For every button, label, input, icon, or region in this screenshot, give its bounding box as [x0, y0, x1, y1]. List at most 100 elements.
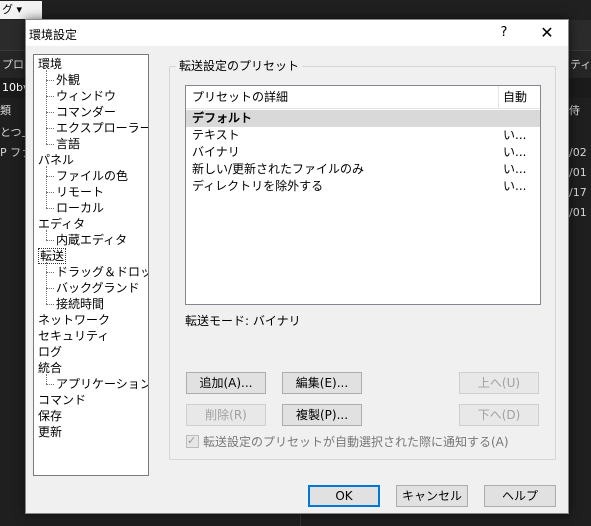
tree-item-label: 統合: [38, 361, 63, 375]
tree-connector: [46, 262, 47, 304]
duplicate-preset-button[interactable]: 複製(P)...: [282, 404, 362, 426]
tree-item-label: パネル: [38, 153, 75, 167]
tree-item-label: ネットワーク: [38, 313, 111, 327]
tree-connector: [46, 128, 54, 129]
settings-tree[interactable]: 環境外観ウィンドウコマンダーエクスプローラー 言語パネルファイルの色 リモートローカ…: [33, 54, 149, 476]
tree-item-label: コマンダー: [56, 105, 117, 119]
tree-item[interactable]: バックグランド: [56, 280, 140, 296]
presets-group-title: 転送設定のプリセット: [176, 59, 303, 73]
preset-row[interactable]: デフォルト: [186, 110, 540, 127]
tree-item[interactable]: 内蔵エディタ: [56, 232, 127, 248]
tree-item-label: 接続時間: [56, 297, 105, 311]
tree-connector: [46, 304, 54, 305]
tree-item-label: 外観: [56, 73, 81, 87]
background-right-pane: 侍 /02 1 /01 9 /17 1 /01 9: [569, 98, 591, 526]
tree-item-label: リモート: [56, 185, 105, 199]
move-up-button[interactable]: 上へ(U): [459, 372, 539, 394]
preset-auto: い...: [503, 128, 527, 142]
column-header-auto[interactable]: 自動: [503, 86, 527, 108]
presets-list-header: プリセットの詳細 自動: [186, 86, 540, 109]
tree-connector: [46, 176, 54, 177]
close-icon[interactable]: ✕: [534, 20, 560, 46]
presets-list[interactable]: プリセットの詳細 自動 デフォルト テキスト い... バイナリ い... 新しい/更新さ…: [185, 85, 541, 305]
tree-item[interactable]: ウィンドウ: [56, 88, 116, 104]
background-row[interactable]: /02 1: [569, 146, 591, 160]
tree-item-label: 内蔵エディタ: [56, 233, 128, 247]
column-separator[interactable]: [498, 86, 499, 108]
tree-item-label: コマンド: [38, 393, 87, 407]
preset-name: バイナリ: [192, 145, 240, 159]
tree-item[interactable]: コマンダー: [56, 104, 116, 120]
tree-connector: [46, 230, 47, 240]
tree-connector: [46, 208, 54, 209]
tree-item-label: ウィンドウ: [56, 89, 117, 103]
tree-connector: [46, 374, 47, 384]
tree-item[interactable]: パネル: [38, 152, 74, 168]
dialog-title: 環境設定: [29, 28, 78, 42]
edit-preset-button[interactable]: 編集(E)...: [282, 372, 362, 394]
tree-item[interactable]: アプリケーション: [56, 376, 148, 392]
tree-item[interactable]: リモート: [56, 184, 104, 200]
help-button[interactable]: ヘルプ: [484, 485, 556, 507]
tree-item[interactable]: 転送: [38, 248, 67, 264]
tree-item[interactable]: ファイルの色: [56, 168, 128, 184]
tree-item-label: ローカル: [56, 201, 105, 215]
delete-preset-button[interactable]: 削除(R): [186, 404, 266, 426]
tree-item[interactable]: 言語: [56, 136, 80, 152]
background-left-pane: 類 とつ上 P ファ: [0, 98, 33, 526]
tree-item-label: 更新: [38, 425, 63, 439]
tree-item-label: ドラッグ＆ドロップ: [56, 265, 148, 279]
preset-auto: い...: [503, 179, 527, 193]
background-menu-item[interactable]: グ ▾: [0, 1, 42, 19]
tree-item[interactable]: ネットワーク: [38, 312, 110, 328]
move-down-button[interactable]: 下へ(D): [459, 404, 539, 426]
tree-item[interactable]: 外観: [56, 72, 80, 88]
tree-connector: [46, 384, 54, 385]
notify-checkbox-label: 転送設定のプリセットが自動選択された際に通知する(A): [203, 435, 509, 449]
add-preset-button[interactable]: 追加(A)...: [186, 372, 266, 394]
tree-item[interactable]: ローカル: [56, 200, 104, 216]
tree-item[interactable]: コマンド: [38, 392, 86, 408]
tree-connector: [46, 166, 47, 208]
tree-item-label: 言語: [56, 137, 81, 151]
preset-row[interactable]: バイナリ い...: [186, 144, 540, 161]
help-icon[interactable]: ?: [494, 20, 514, 46]
tree-item-label: ログ: [38, 345, 63, 359]
background-toolbar-label-right[interactable]: ティ: [570, 58, 591, 72]
preset-row[interactable]: ディレクトリを除外する い...: [186, 178, 540, 195]
transfer-mode-text: 転送モード: バイナリ: [185, 314, 301, 328]
tree-item[interactable]: ログ: [38, 344, 62, 360]
tree-item[interactable]: 保存: [38, 408, 62, 424]
tree-item[interactable]: エクスプローラー: [56, 120, 149, 136]
cancel-button[interactable]: キャンセル: [396, 485, 468, 507]
tree-item[interactable]: 環境: [38, 56, 62, 72]
preset-row[interactable]: テキスト い...: [186, 127, 540, 144]
background-row[interactable]: /17 1: [569, 186, 591, 200]
tree-item-label: バックグランド: [56, 281, 140, 295]
tree-connector: [46, 288, 54, 289]
tree-item-label: 環境: [38, 57, 63, 71]
tree-item[interactable]: 統合: [38, 360, 62, 376]
notify-checkbox-row[interactable]: 転送設定のプリセットが自動選択された際に通知する(A): [186, 433, 509, 450]
tree-item[interactable]: セキュリティ: [38, 328, 109, 344]
preset-name: 新しい/更新されたファイルのみ: [192, 162, 365, 176]
column-header-details[interactable]: プリセットの詳細: [192, 86, 288, 108]
background-row[interactable]: /01 9: [569, 166, 591, 180]
tree-item-label: エクスプローラー: [56, 121, 149, 135]
tree-item[interactable]: 接続時間: [56, 296, 104, 312]
preset-name: デフォルト: [192, 111, 253, 125]
background-col-header[interactable]: 類: [0, 104, 11, 118]
tree-connector: [46, 80, 54, 81]
background-col-header[interactable]: 侍: [569, 104, 580, 118]
tree-connector: [46, 70, 47, 144]
background-row[interactable]: /01 9: [569, 206, 591, 220]
tree-item-label: ファイルの色: [56, 169, 129, 183]
preset-row[interactable]: 新しい/更新されたファイルのみ い...: [186, 161, 540, 178]
tree-item[interactable]: 更新: [38, 424, 62, 440]
tree-item[interactable]: ドラッグ＆ドロップ: [56, 264, 148, 280]
preset-name: ディレクトリを除外する: [192, 179, 324, 193]
notify-checkbox[interactable]: [186, 433, 199, 449]
tree-item-label: 保存: [38, 409, 63, 423]
ok-button[interactable]: OK: [308, 485, 380, 507]
tree-item-label: 転送: [38, 248, 67, 264]
